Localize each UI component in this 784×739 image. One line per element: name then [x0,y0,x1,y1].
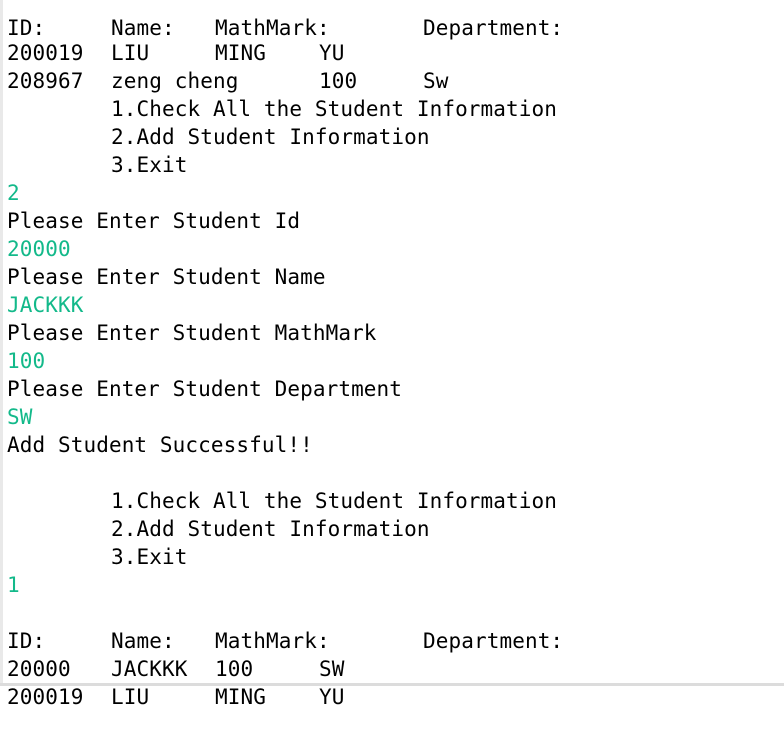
cell-mark: MING [215,41,266,65]
table-header: ID: Name: MathMark: Department: [7,599,563,653]
col-dept-header: Department: [423,16,564,40]
cell-mark: MING [215,685,266,709]
user-input-name: JACKKK [7,293,84,317]
prompt-student-name: Please Enter Student Name [7,265,326,289]
col-dept-header: Department: [423,629,564,653]
cell-id: 208967 [7,69,84,93]
menu-item-add-student: 2.Add Student Information [111,125,430,149]
cell-id: 200019 [7,685,84,709]
cell-dept: YU [319,685,345,709]
col-name-header: Name: [111,629,175,653]
success-message: Add Student Successful!! [7,433,313,457]
menu-item-check-all: 1.Check All the Student Information [111,97,558,121]
menu-item-check-all: 1.Check All the Student Information [111,489,558,513]
col-mark-header: MathMark: [215,16,330,40]
table-row: 200019 LIU MING YU [7,11,344,65]
prompt-student-department: Please Enter Student Department [7,377,403,401]
cell-dept: Sw [423,69,449,93]
table-row: 20000 JACKKK 100 SW [7,627,344,681]
window-left-edge [0,0,3,686]
cell-dept: SW [319,657,345,681]
menu-item-exit: 3.Exit [111,153,188,177]
cell-name: zeng cheng [111,69,239,93]
cell-dept: YU [319,41,345,65]
cell-name: JACKKK [111,657,188,681]
user-input-choice: 1 [7,573,20,597]
user-input-department: SW [7,405,33,429]
cell-name: LIU [111,41,150,65]
menu-item-exit: 3.Exit [111,545,188,569]
menu-item-add-student: 2.Add Student Information [111,517,430,541]
cell-mark: 100 [319,69,358,93]
prompt-student-id: Please Enter Student Id [7,209,301,233]
user-input-mathmark: 100 [7,349,46,373]
user-input-choice: 2 [7,181,20,205]
cell-mark: 100 [215,657,254,681]
table-row: 200019 LIU MING YU [7,655,344,709]
console-output[interactable]: ID: Name: MathMark: Department: 200019 LIU MI… [0,0,784,709]
prompt-student-mathmark: Please Enter Student MathMark [7,321,377,345]
table-row: 208967 zeng cheng 100 Sw [7,39,448,93]
cell-name: LIU [111,685,150,709]
col-name-header: Name: [111,16,175,40]
col-mark-header: MathMark: [215,629,330,653]
user-input-id: 20000 [7,237,71,261]
